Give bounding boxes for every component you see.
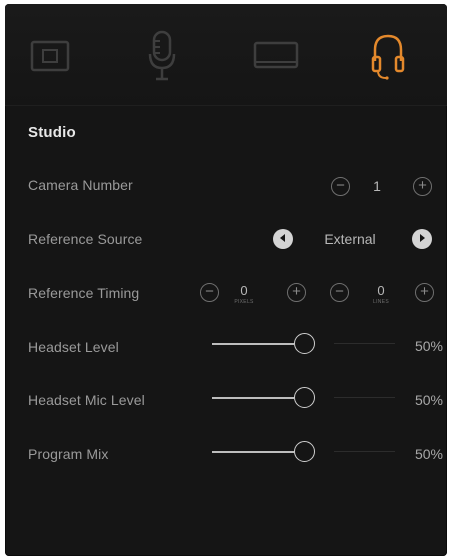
camera-number-label: Camera Number bbox=[28, 177, 133, 193]
headset-level-label: Headset Level bbox=[28, 339, 119, 355]
timing-pixels-increment-button[interactable]: + bbox=[287, 283, 306, 302]
arrow-right-circle-icon bbox=[417, 230, 427, 248]
program-mix-label: Program Mix bbox=[28, 446, 109, 462]
program-mix-slider[interactable] bbox=[212, 441, 395, 463]
settings-panel: Studio Camera Number − 1 + Reference Sou… bbox=[5, 4, 447, 556]
section-title: Studio bbox=[28, 124, 76, 141]
program-mix-value: 50% bbox=[414, 446, 443, 462]
arrow-left-circle-icon bbox=[278, 230, 288, 248]
plus-circle-icon: + bbox=[418, 177, 427, 194]
reference-source-prev-button[interactable] bbox=[273, 229, 293, 249]
slider-track-empty bbox=[334, 397, 395, 398]
timing-pixels-decrement-button[interactable]: − bbox=[200, 283, 219, 302]
timing-lines-decrement-button[interactable]: − bbox=[330, 283, 349, 302]
plus-circle-icon: + bbox=[420, 283, 429, 300]
reference-source-value: External bbox=[324, 231, 376, 247]
headset-level-value: 50% bbox=[414, 338, 443, 354]
slider-thumb[interactable] bbox=[294, 441, 315, 462]
reference-timing-label: Reference Timing bbox=[28, 285, 140, 301]
headset-mic-level-slider[interactable] bbox=[212, 387, 395, 409]
camera-number-increment-button[interactable]: + bbox=[413, 177, 432, 196]
minus-circle-icon: − bbox=[336, 177, 345, 194]
headset-mic-level-label: Headset Mic Level bbox=[28, 392, 145, 408]
microphone-icon bbox=[147, 30, 177, 82]
reference-source-next-button[interactable] bbox=[412, 229, 432, 249]
headset-level-slider[interactable] bbox=[212, 333, 395, 355]
camera-number-decrement-button[interactable]: − bbox=[331, 177, 350, 196]
headset-icon bbox=[368, 31, 408, 81]
tab-audio[interactable] bbox=[135, 28, 189, 84]
slider-track-filled bbox=[212, 451, 294, 453]
slider-thumb[interactable] bbox=[294, 333, 315, 354]
slider-track-filled bbox=[212, 397, 294, 399]
minus-circle-icon: − bbox=[335, 283, 344, 300]
tab-display[interactable] bbox=[249, 28, 303, 84]
timing-pixels-unit: PIXELS bbox=[234, 299, 254, 305]
slider-track-empty bbox=[334, 451, 395, 452]
timing-lines-increment-button[interactable]: + bbox=[415, 283, 434, 302]
slider-track-empty bbox=[334, 343, 395, 344]
timing-lines-unit: LINES bbox=[373, 299, 389, 305]
settings-tab-bar bbox=[5, 4, 447, 106]
tab-studio[interactable] bbox=[361, 28, 415, 84]
headset-mic-level-value: 50% bbox=[414, 392, 443, 408]
camera-settings-icon bbox=[29, 39, 71, 73]
slider-thumb[interactable] bbox=[294, 387, 315, 408]
timing-lines-value: 0 bbox=[377, 283, 385, 298]
monitor-icon bbox=[252, 40, 300, 72]
camera-number-value: 1 bbox=[373, 178, 381, 194]
tab-camera-settings[interactable] bbox=[23, 28, 77, 84]
slider-track-filled bbox=[212, 343, 294, 345]
minus-circle-icon: − bbox=[205, 283, 214, 300]
reference-source-label: Reference Source bbox=[28, 231, 143, 247]
plus-circle-icon: + bbox=[292, 283, 301, 300]
timing-pixels-value: 0 bbox=[240, 283, 248, 298]
